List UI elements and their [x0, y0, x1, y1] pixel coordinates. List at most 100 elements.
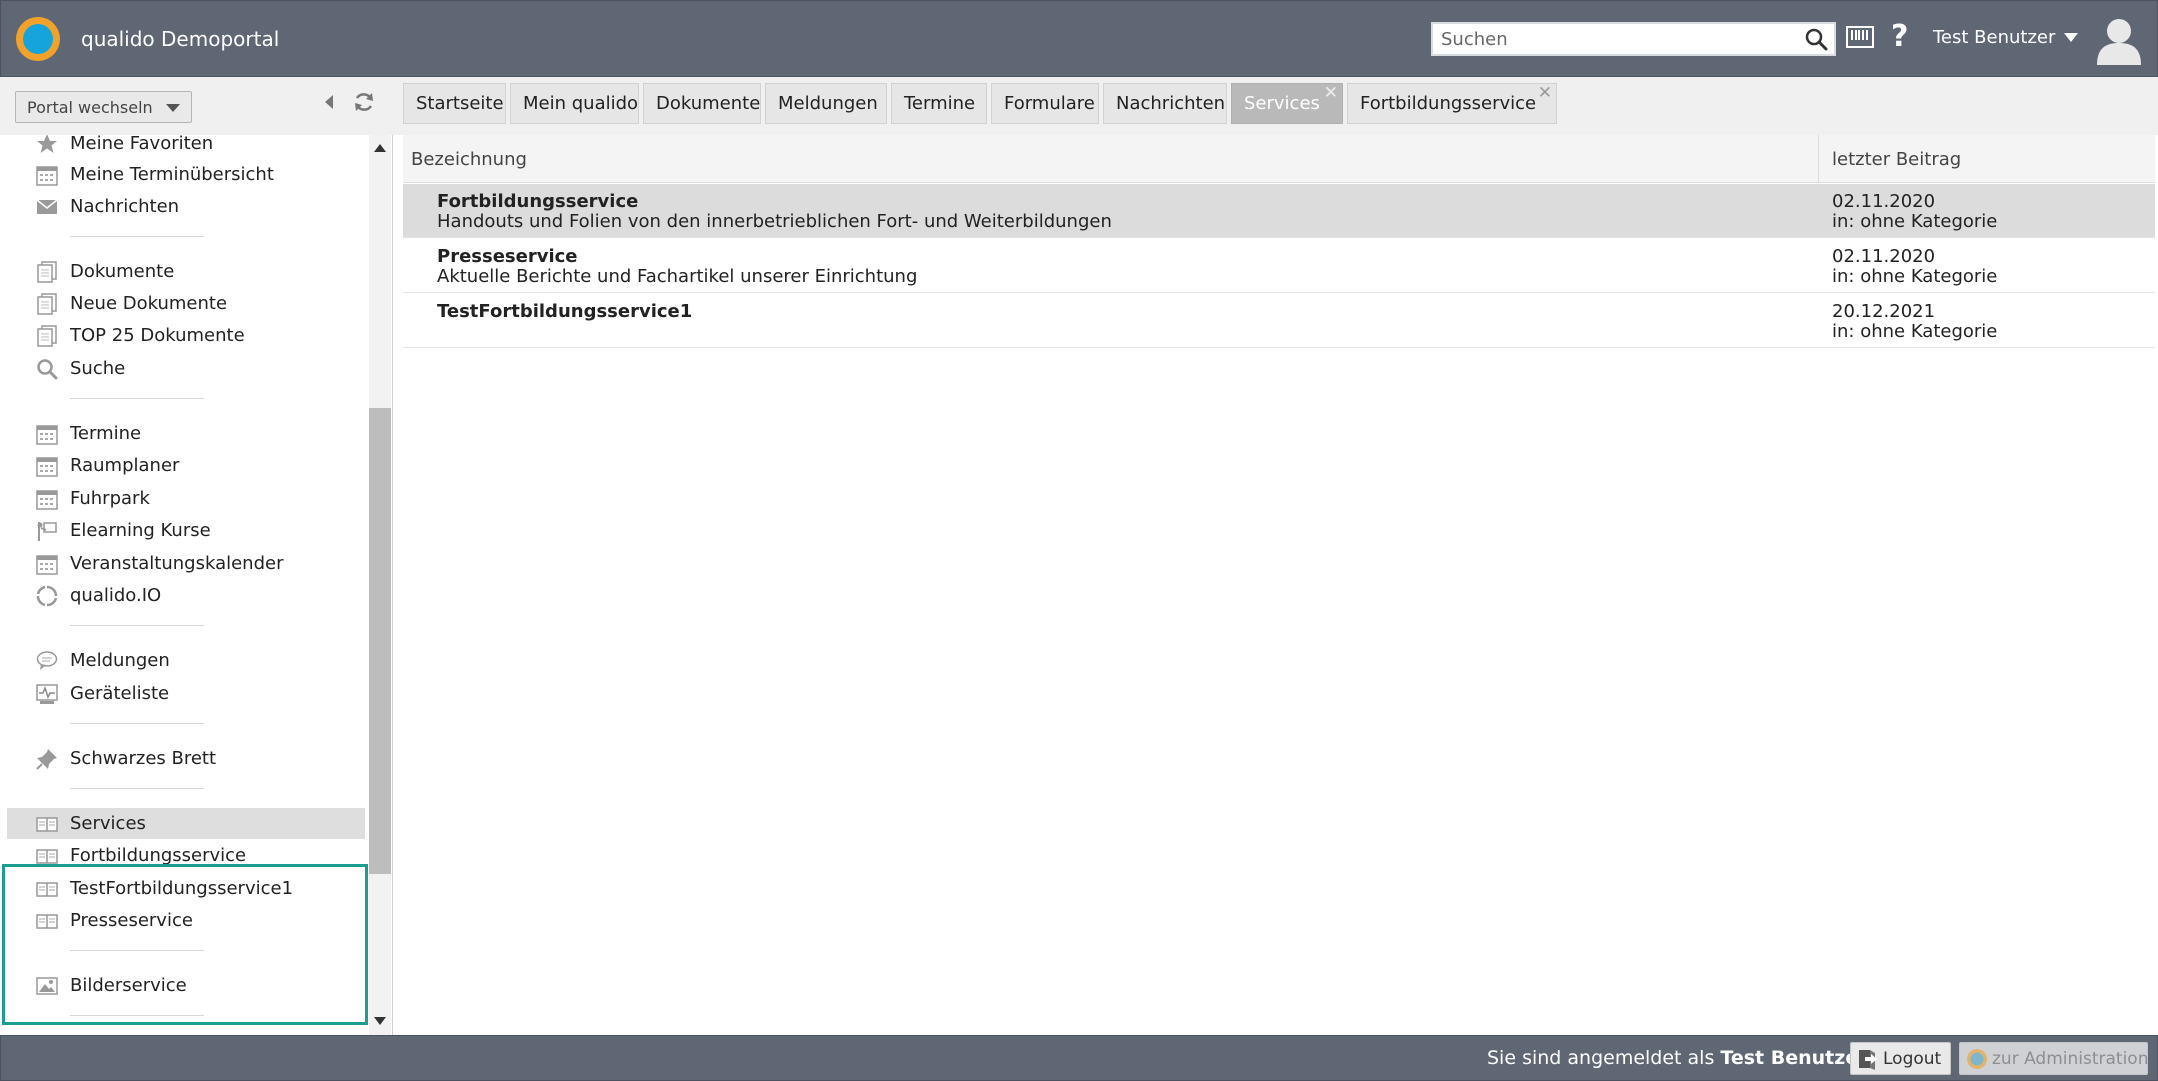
table-header: Bezeichnung letzter Beitrag: [403, 135, 2155, 183]
sidebar-item-meldungen[interactable]: Meldungen: [0, 645, 366, 676]
row-category: in: ohne Kategorie: [1832, 266, 1998, 287]
row-title[interactable]: Presseservice: [437, 246, 578, 267]
sidebar-item-qualido-io[interactable]: qualido.IO: [0, 580, 366, 611]
search-icon: [36, 358, 60, 380]
search-input[interactable]: [1433, 24, 1798, 54]
user-menu[interactable]: Test Benutzer: [1933, 27, 2055, 48]
calendar-icon: [36, 455, 60, 477]
column-header-bezeichnung[interactable]: Bezeichnung: [411, 149, 527, 170]
document-icon: [36, 261, 60, 283]
refresh-icon[interactable]: [352, 90, 376, 114]
monitor-pulse-icon: [36, 683, 60, 705]
table-row[interactable]: TestFortbildungsservice1 20.12.2021 in: …: [403, 294, 2155, 348]
document-icon: [36, 325, 60, 347]
sidebar-item-bilderservice[interactable]: Bilderservice: [0, 970, 366, 1001]
tab-fortbildungsservice[interactable]: Fortbildungsservice ✕: [1347, 83, 1557, 124]
qualido-logo[interactable]: [16, 17, 60, 61]
tab-formulare[interactable]: Formulare: [991, 83, 1099, 124]
row-category: in: ohne Kategorie: [1832, 321, 1998, 342]
sidebar-item-presseservice[interactable]: Presseservice: [0, 905, 366, 936]
search-box: [1431, 22, 1836, 56]
book-icon: [36, 845, 60, 867]
scroll-up-arrow-icon[interactable]: [374, 144, 386, 152]
chevron-down-icon[interactable]: [2064, 33, 2078, 42]
close-icon[interactable]: ✕: [1538, 83, 1552, 103]
sidebar-item-top25[interactable]: TOP 25 Dokumente: [0, 320, 366, 351]
sidebar-item-elearning[interactable]: Elearning Kurse: [0, 515, 366, 546]
row-title[interactable]: Fortbildungsservice: [437, 191, 638, 212]
tab-dokumente[interactable]: Dokumente: [643, 83, 761, 124]
tab-meldungen[interactable]: Meldungen: [765, 83, 887, 124]
sidebar-item-suche[interactable]: Suche: [0, 353, 366, 384]
footer-bar: Sie sind angemeldet als Test Benutzer Lo…: [0, 1035, 2158, 1081]
app-title: qualido Demoportal: [81, 27, 280, 51]
top-bar: qualido Demoportal ? Test Benutzer: [0, 0, 2158, 77]
close-icon[interactable]: ✕: [1324, 83, 1338, 103]
avatar[interactable]: [2093, 13, 2145, 65]
row-title[interactable]: TestFortbildungsservice1: [437, 301, 692, 322]
book-icon: [36, 878, 60, 900]
sidebar-nav: Meine Favoriten Meine Terminübersicht Na…: [0, 135, 369, 1035]
sidebar-item-nachrichten[interactable]: Nachrichten: [0, 191, 366, 222]
scroll-thumb[interactable]: [369, 408, 391, 874]
admin-button[interactable]: zur Administration: [1959, 1042, 2149, 1075]
sidebar-item-neue-dokumente[interactable]: Neue Dokumente: [0, 288, 366, 319]
sidebar-item-veranstaltungskalender[interactable]: Veranstaltungskalender: [0, 548, 366, 579]
calendar-icon: [36, 164, 60, 186]
column-divider[interactable]: [1818, 135, 1819, 183]
search-icon[interactable]: [1798, 24, 1834, 54]
table-row[interactable]: Fortbildungsservice Handouts und Folien …: [403, 184, 2155, 238]
sidebar-item-terminuebersicht[interactable]: Meine Terminübersicht: [0, 159, 366, 190]
divider: [70, 625, 204, 626]
star-icon: [36, 135, 60, 155]
divider: [70, 236, 204, 237]
sidebar-item-favoriten[interactable]: Meine Favoriten: [0, 135, 366, 159]
envelope-icon: [36, 196, 60, 218]
table-row[interactable]: Presseservice Aktuelle Berichte und Fach…: [403, 239, 2155, 293]
sidebar-header: Portal wechseln: [0, 77, 393, 135]
sidebar-item-services[interactable]: Services: [7, 808, 365, 839]
presentation-icon: [36, 520, 60, 542]
sidebar-item-schwarzes-brett[interactable]: Schwarzes Brett: [0, 743, 366, 774]
row-date: 02.11.2020: [1832, 191, 1936, 212]
sidebar-item-dokumente[interactable]: Dokumente: [0, 256, 366, 287]
portal-switch-dropdown[interactable]: Portal wechseln: [15, 91, 192, 123]
tab-nachrichten[interactable]: Nachrichten: [1103, 83, 1227, 124]
row-description: Aktuelle Berichte und Fachartikel unsere…: [437, 266, 918, 287]
tab-mein-qualido[interactable]: Mein qualido: [510, 83, 639, 124]
speech-bubble-icon: [36, 650, 60, 672]
sidebar-item-termine[interactable]: Termine: [0, 418, 366, 449]
book-icon: [36, 813, 60, 835]
scroll-down-arrow-icon[interactable]: [374, 1017, 386, 1025]
row-date: 20.12.2021: [1832, 301, 1936, 322]
qualido-logo-icon: [1966, 1048, 1988, 1070]
row-category: in: ohne Kategorie: [1832, 211, 1998, 232]
tab-startseite[interactable]: Startseite: [403, 83, 506, 124]
image-icon: [36, 975, 60, 997]
calendar-icon: [36, 488, 60, 510]
sidebar: Portal wechseln Meine Favoriten Meine Te…: [0, 77, 393, 1035]
document-icon: [36, 293, 60, 315]
divider: [70, 950, 204, 951]
divider: [70, 398, 204, 399]
chevron-down-icon: [166, 104, 180, 112]
main-content: Startseite Mein qualido Dokumente Meldun…: [393, 77, 2158, 1035]
help-icon[interactable]: ?: [1891, 19, 1908, 54]
login-status: Sie sind angemeldet als Test Benutzer: [1487, 1047, 1868, 1069]
column-header-letzter-beitrag[interactable]: letzter Beitrag: [1832, 149, 1961, 170]
tab-services[interactable]: Services ✕: [1231, 83, 1343, 124]
sidebar-item-geraeteliste[interactable]: Geräteliste: [0, 678, 366, 709]
sidebar-item-fortbildungsservice[interactable]: Fortbildungsservice: [0, 840, 366, 871]
sidebar-item-raumplaner[interactable]: Raumplaner: [0, 450, 366, 481]
sidebar-item-testfortbildungsservice1[interactable]: TestFortbildungsservice1: [0, 873, 366, 904]
calendar-icon: [36, 423, 60, 445]
collapse-sidebar-icon[interactable]: [325, 95, 333, 109]
row-description: Handouts und Folien von den innerbetrieb…: [437, 211, 1112, 232]
sidebar-item-fuhrpark[interactable]: Fuhrpark: [0, 483, 366, 514]
tab-termine[interactable]: Termine: [891, 83, 987, 124]
barcode-icon[interactable]: [1846, 25, 1874, 49]
cycle-icon: [36, 585, 60, 607]
logout-button[interactable]: Logout: [1850, 1042, 1951, 1075]
sidebar-scrollbar[interactable]: [369, 135, 391, 1035]
logout-icon: [1857, 1048, 1879, 1070]
